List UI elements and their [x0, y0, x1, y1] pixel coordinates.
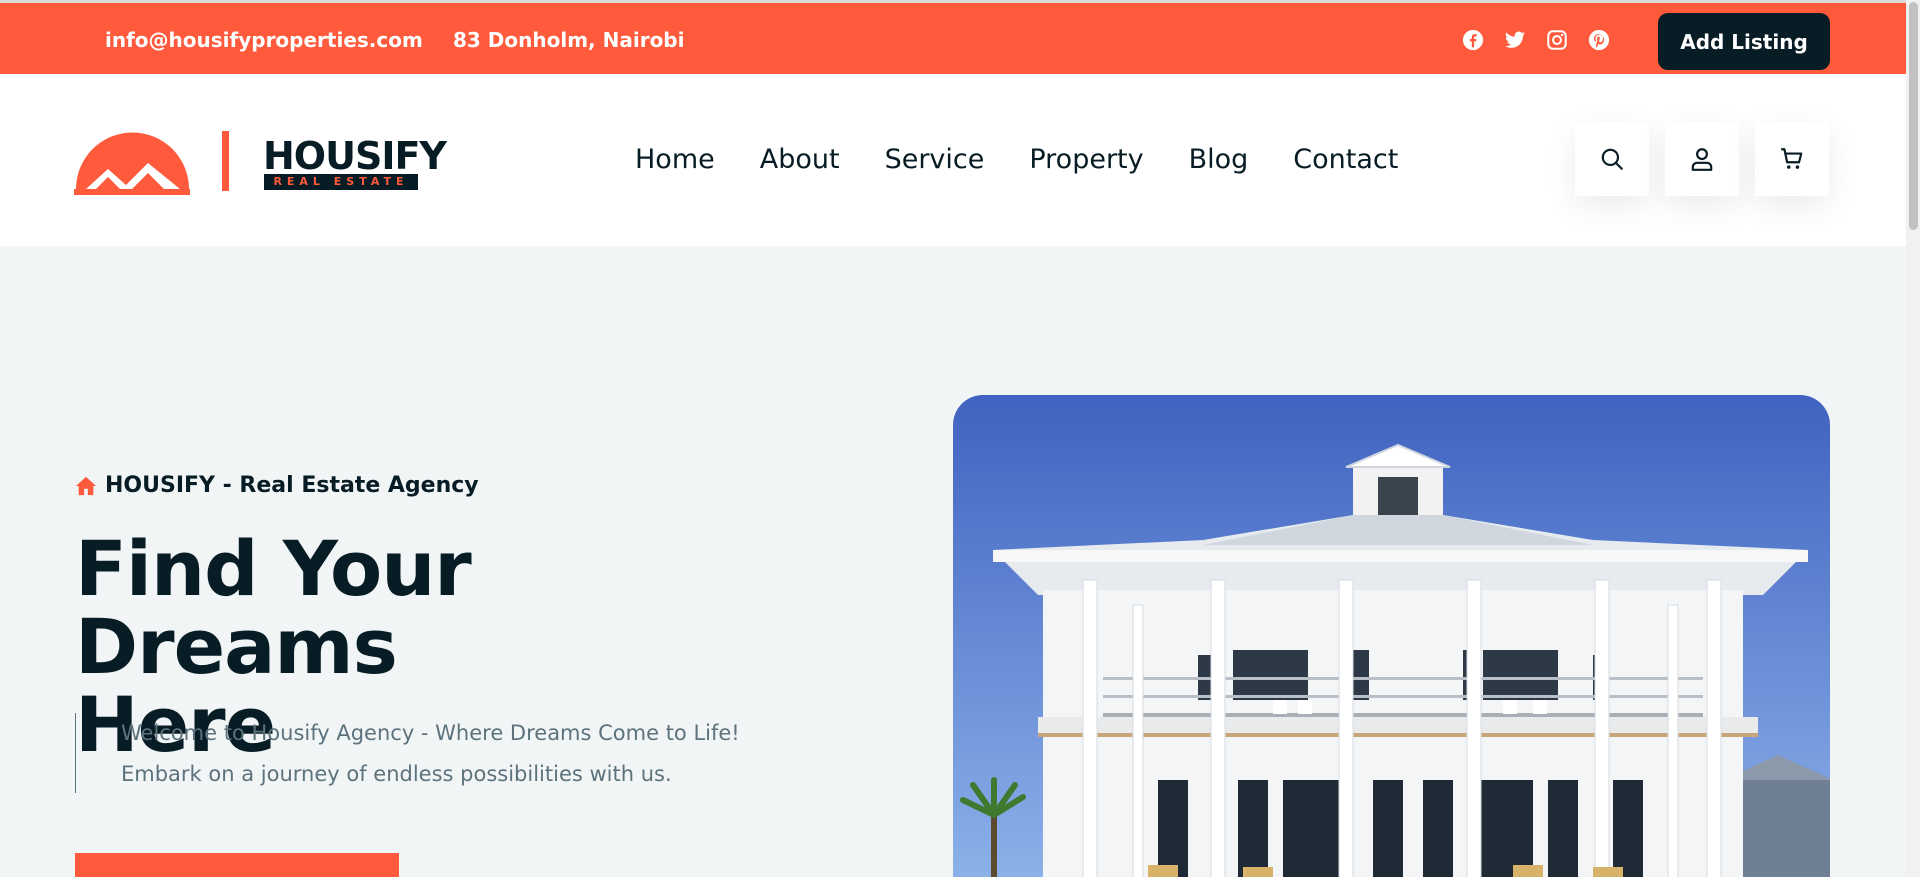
cart-icon [1781, 148, 1803, 169]
hero-desc-line2: Embark on a journey of endless possibili… [121, 762, 672, 786]
account-button[interactable] [1665, 122, 1739, 196]
hero-title-line1: Find Your Dreams [75, 524, 472, 691]
hero-subtitle: HOUSIFY - Real Estate Agency [75, 473, 479, 498]
top-bar: info@housifyproperties.com 83 Donholm, N… [0, 0, 1906, 74]
main-header: HOUSIFY REAL ESTATE Home About Service P… [0, 74, 1906, 246]
nav-contact[interactable]: Contact [1293, 144, 1398, 175]
nav-property[interactable]: Property [1029, 144, 1143, 175]
hero-house-image [953, 395, 1830, 877]
nav-blog[interactable]: Blog [1189, 144, 1249, 175]
address-text: 83 Donholm, Nairobi [453, 28, 685, 52]
email-link[interactable]: info@housifyproperties.com [105, 28, 423, 52]
pinterest-icon[interactable] [1588, 29, 1610, 51]
cart-button[interactable] [1755, 122, 1829, 196]
hero-description: Welcome to Housify Agency - Where Dreams… [75, 713, 740, 793]
subtitle-text: HOUSIFY - Real Estate Agency [105, 473, 479, 498]
instagram-icon[interactable] [1546, 29, 1568, 51]
twitter-icon[interactable] [1504, 29, 1526, 51]
logo-tagline: REAL ESTATE [264, 174, 418, 190]
main-nav: Home About Service Property Blog Contact [635, 144, 1443, 175]
add-listing-button[interactable]: Add Listing [1658, 13, 1830, 70]
social-links [1462, 29, 1610, 51]
nav-service[interactable]: Service [885, 144, 985, 175]
nav-home[interactable]: Home [635, 144, 715, 175]
user-icon [1691, 148, 1713, 171]
search-button[interactable] [1575, 122, 1649, 196]
hero-cta-button[interactable] [75, 853, 399, 877]
page-scrollbar[interactable] [1906, 0, 1920, 877]
logo-wordmark: HOUSIFY [263, 134, 447, 178]
facebook-icon[interactable] [1462, 29, 1484, 51]
hero-desc-line1: Welcome to Housify Agency - Where Dreams… [121, 721, 740, 745]
search-icon [1601, 148, 1623, 170]
scrollbar-thumb[interactable] [1909, 2, 1918, 230]
home-icon [75, 476, 97, 495]
nav-about[interactable]: About [760, 144, 840, 175]
